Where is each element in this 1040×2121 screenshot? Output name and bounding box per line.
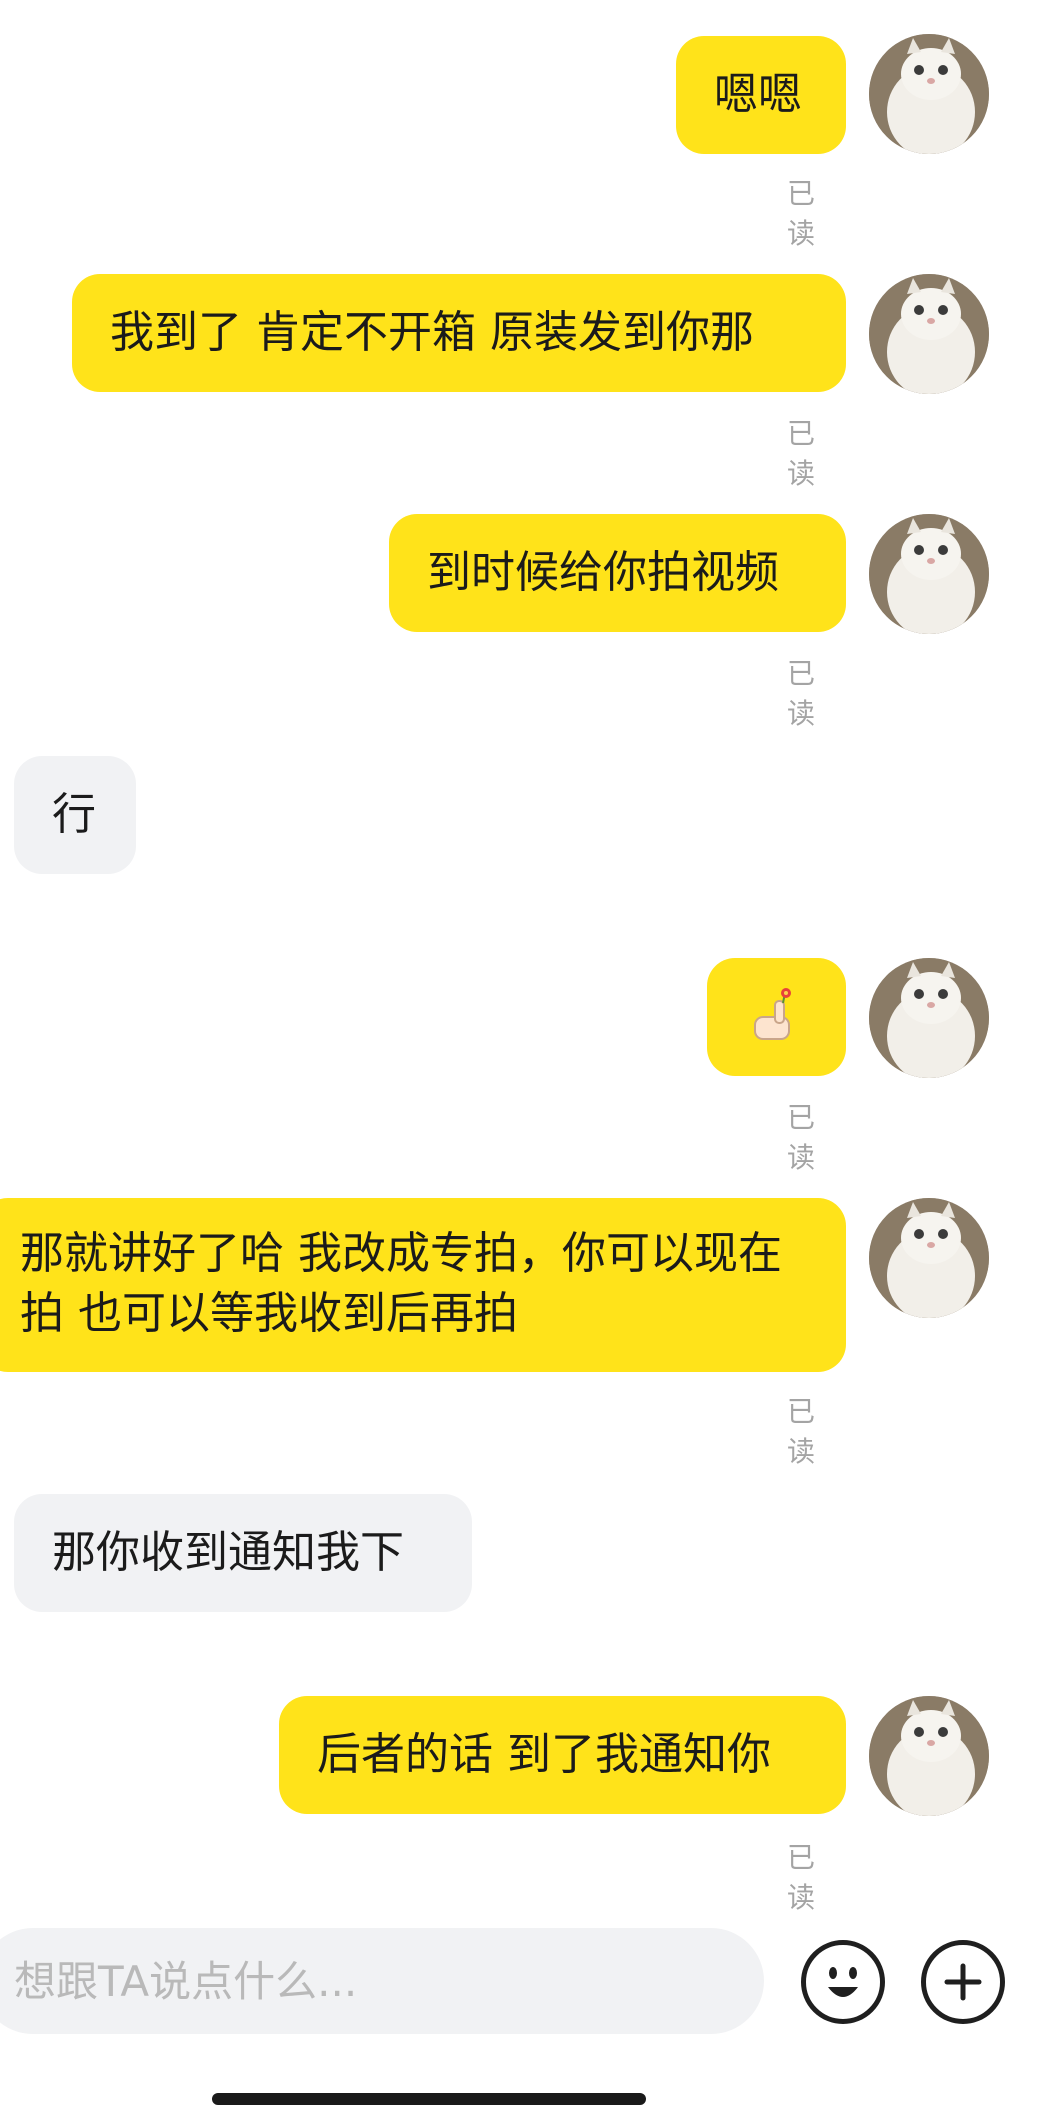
avatar[interactable]: [869, 1198, 989, 1318]
message-bubble[interactable]: 后者的话 到了我通知你: [279, 1696, 846, 1814]
message-bubble[interactable]: 嗯嗯: [676, 36, 846, 154]
read-status: 已读: [787, 657, 816, 730]
message-bubble[interactable]: 那你收到通知我下: [14, 1494, 472, 1612]
read-status: 已读: [787, 417, 816, 490]
home-indicator[interactable]: [212, 2093, 646, 2105]
chat-message-list[interactable]: 嗯嗯 已读 我到了 肯定不开箱 原装发到你那 已读 到时候给你拍视频 已读 行 …: [0, 0, 1040, 1920]
smiley-face-icon: [828, 1967, 858, 1997]
message-text: 到时候给你拍视频: [427, 547, 779, 598]
read-status: 已读: [787, 1101, 816, 1174]
cat-avatar-image: [869, 34, 989, 154]
avatar[interactable]: [869, 274, 989, 394]
cat-avatar-image: [869, 514, 989, 634]
avatar[interactable]: [869, 514, 989, 634]
cat-avatar-image: [869, 274, 989, 394]
cat-avatar-image: [869, 958, 989, 1078]
message-text: 后者的话 到了我通知你: [317, 1729, 771, 1780]
thumbs-up-flower-icon: [754, 988, 791, 1040]
message-text: 行: [52, 789, 96, 840]
message-bubble[interactable]: 到时候给你拍视频: [389, 514, 846, 632]
read-status: 已读: [787, 1841, 816, 1914]
message-bubble[interactable]: [707, 958, 846, 1076]
message-input[interactable]: [0, 1928, 764, 2034]
message-text: 嗯嗯: [714, 69, 802, 120]
cat-avatar-image: [869, 1198, 989, 1318]
cat-avatar-image: [869, 1696, 989, 1816]
add-button[interactable]: [921, 1940, 1005, 2024]
message-bubble[interactable]: 那就讲好了哈 我改成专拍，你可以现在拍 也可以等我收到后再拍: [0, 1198, 846, 1372]
plus-circle-icon: [944, 1963, 982, 2001]
message-text: 那就讲好了哈 我改成专拍，你可以现在拍 也可以等我收到后再拍: [20, 1228, 782, 1339]
message-text: 那你收到通知我下: [52, 1527, 404, 1578]
avatar[interactable]: [869, 34, 989, 154]
message-bubble[interactable]: 我到了 肯定不开箱 原装发到你那: [72, 274, 846, 392]
avatar[interactable]: [869, 1696, 989, 1816]
read-status: 已读: [787, 177, 816, 250]
composer-bar: [0, 1922, 1040, 2042]
message-text: 我到了 肯定不开箱 原装发到你那: [110, 307, 754, 358]
avatar[interactable]: [869, 958, 989, 1078]
emoji-button[interactable]: [801, 1940, 885, 2024]
message-bubble[interactable]: 行: [14, 756, 136, 874]
read-status: 已读: [787, 1395, 816, 1468]
